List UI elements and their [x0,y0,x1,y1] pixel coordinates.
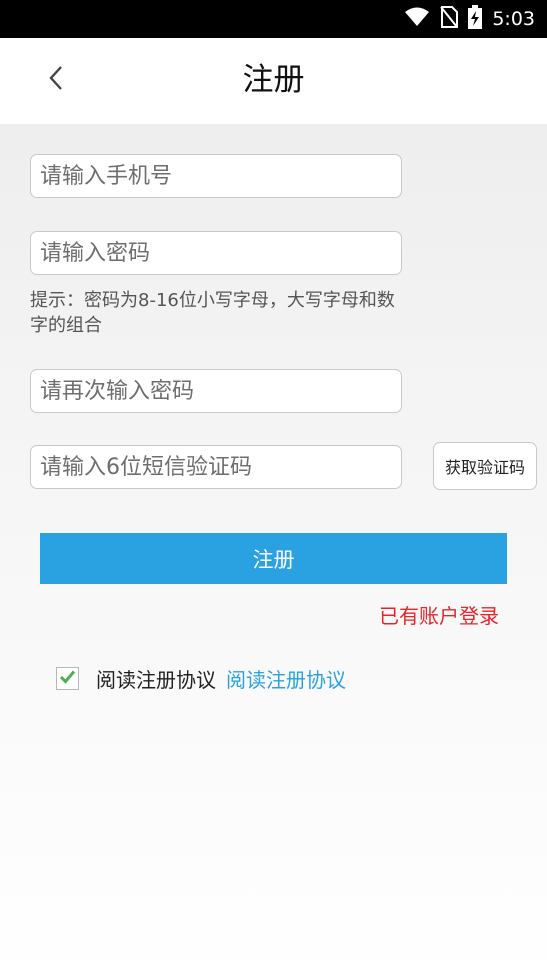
wifi-icon [404,7,430,31]
battery-charging-icon [468,5,483,33]
agreement-link[interactable]: 阅读注册协议 [226,664,346,693]
sms-code-input[interactable] [30,445,402,489]
login-link[interactable]: 已有账户登录 [379,600,499,629]
status-time: 5:03 [492,8,535,30]
status-bar: 5:03 [0,0,547,38]
status-icons: 5:03 [404,0,535,38]
get-code-button[interactable]: 获取验证码 [433,442,537,490]
password-hint: 提示：密码为8-16位小写字母，大写字母和数字的组合 [30,290,395,336]
confirm-password-input[interactable] [30,369,402,413]
register-button[interactable]: 注册 [40,533,507,584]
checkmark-icon [59,669,76,688]
password-input[interactable] [30,231,402,275]
title-bar: 注册 [0,38,547,124]
agreement-checkbox[interactable] [56,666,79,690]
phone-input[interactable] [30,154,402,198]
no-sim-icon [440,6,459,32]
agreement-row: 阅读注册协议 阅读注册协议 [56,663,346,693]
agreement-label: 阅读注册协议 [96,667,216,692]
page-title: 注册 [242,62,305,98]
